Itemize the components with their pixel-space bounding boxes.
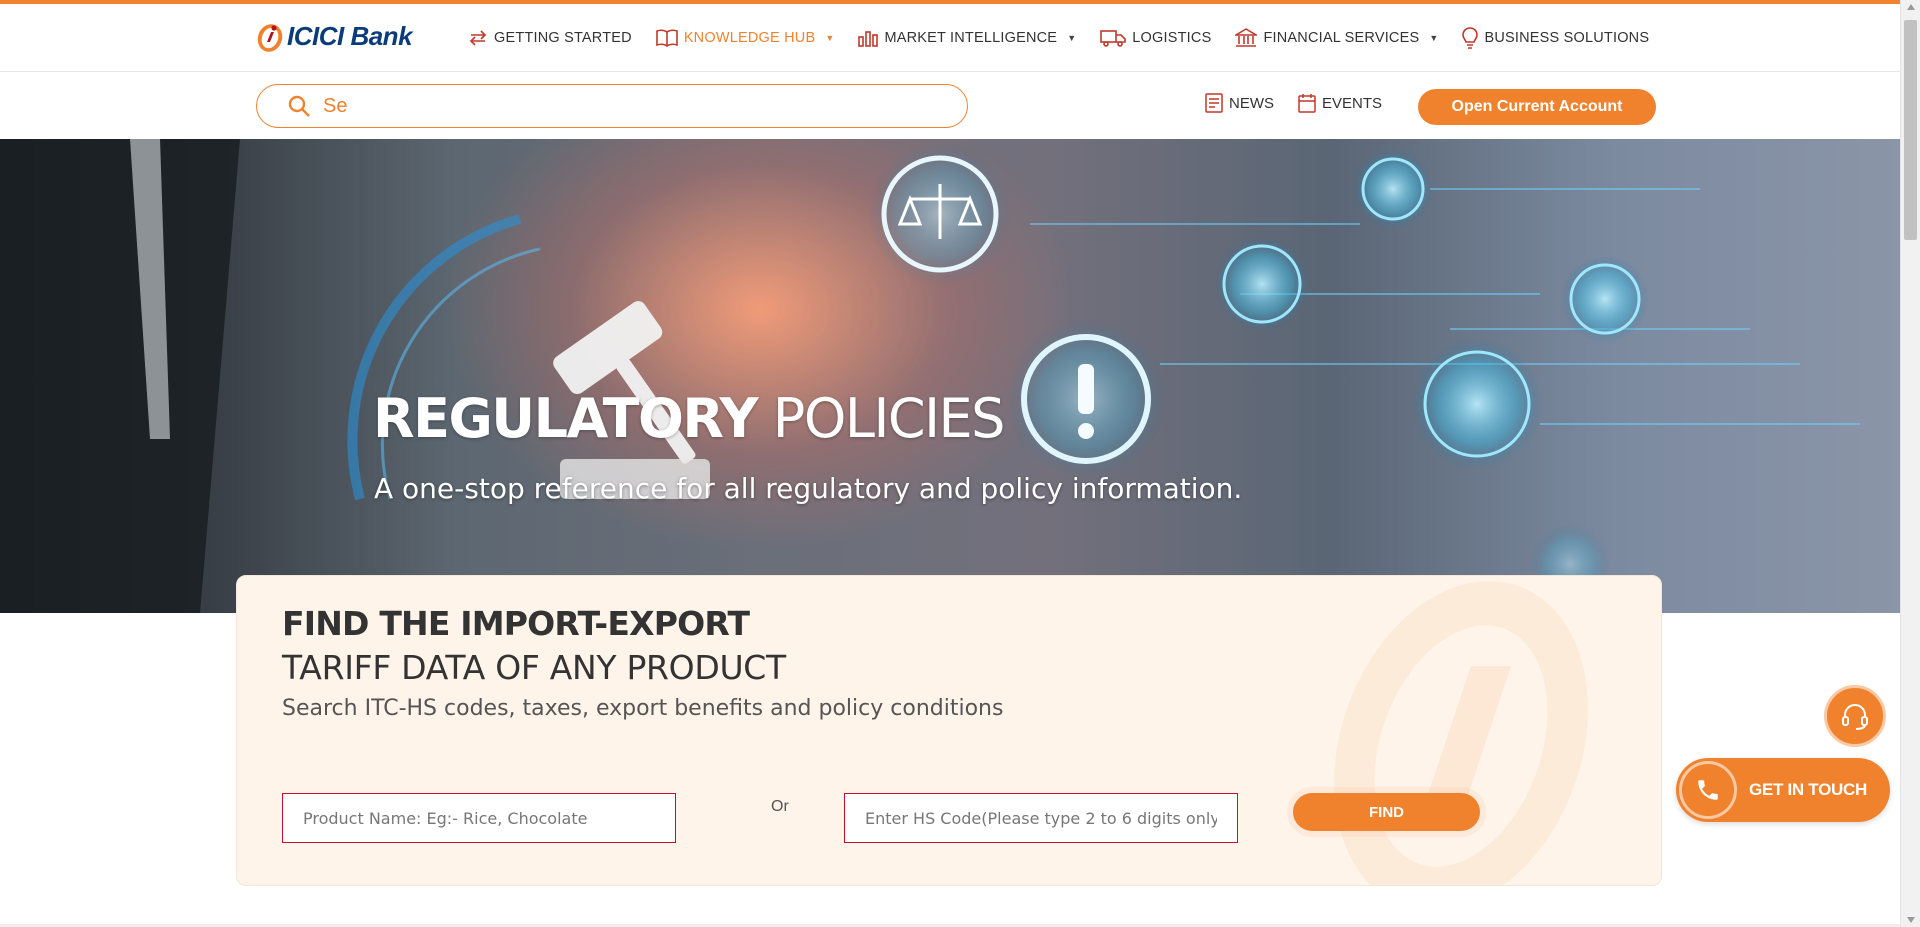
newspaper-icon xyxy=(1205,93,1223,113)
arrows-exchange-icon xyxy=(469,30,487,46)
bar-chart-icon xyxy=(858,31,879,47)
phone-icon xyxy=(1698,780,1718,800)
or-separator: Or xyxy=(771,798,789,815)
bank-building-icon xyxy=(1235,28,1258,47)
truck-icon xyxy=(1100,30,1127,47)
nav-item-market-intelligence[interactable]: MARKET INTELLIGENCE ▼ xyxy=(858,29,1076,47)
hero-title: REGULATORY POLICIES xyxy=(373,387,1006,450)
nav-label: FINANCIAL SERVICES xyxy=(1263,30,1420,46)
chevron-down-icon: ▼ xyxy=(825,33,835,43)
vertical-scrollbar[interactable] xyxy=(1900,0,1920,927)
nav-label: KNOWLEDGE HUB xyxy=(683,30,816,46)
open-current-account-button[interactable]: Open Current Account xyxy=(1418,89,1656,125)
nav-item-financial-services[interactable]: FINANCIAL SERVICES ▼ xyxy=(1235,28,1438,48)
search-icon xyxy=(288,95,310,117)
get-in-touch-button[interactable]: GET IN TOUCH xyxy=(1676,758,1890,822)
scrollbar-thumb[interactable] xyxy=(1904,20,1917,240)
calendar-icon xyxy=(1298,94,1316,113)
nav-label: BUSINESS SOLUTIONS xyxy=(1484,30,1650,46)
get-in-touch-label: GET IN TOUCH xyxy=(1749,780,1867,799)
search-input[interactable] xyxy=(323,94,923,118)
product-name-input[interactable] xyxy=(282,793,676,843)
hero-title-light: POLICIES xyxy=(772,387,1006,450)
icici-watermark-icon xyxy=(1334,581,1588,885)
hs-code-input[interactable] xyxy=(844,793,1238,843)
phone-icon-wrap xyxy=(1679,761,1737,819)
search-bar[interactable] xyxy=(256,84,968,128)
finder-description: Search ITC-HS codes, taxes, export benef… xyxy=(282,696,1004,721)
support-chat-button[interactable] xyxy=(1824,685,1886,747)
events-link[interactable]: EVENTS xyxy=(1298,93,1382,113)
nav-item-logistics[interactable]: LOGISTICS xyxy=(1100,29,1211,47)
news-link[interactable]: NEWS xyxy=(1205,93,1274,113)
nav-item-getting-started[interactable]: GETTING STARTED xyxy=(468,29,632,47)
events-label: EVENTS xyxy=(1322,94,1383,112)
nav-item-business-solutions[interactable]: BUSINESS SOLUTIONS xyxy=(1462,27,1649,49)
hero-subtitle: A one-stop reference for all regulatory … xyxy=(374,472,1243,505)
hero-background-illustration xyxy=(0,139,1860,613)
hero-title-bold: REGULATORY xyxy=(373,387,759,450)
news-label: NEWS xyxy=(1229,94,1274,112)
open-book-icon xyxy=(656,29,678,47)
secondary-header: NEWS EVENTS Open Current Account xyxy=(0,73,1900,139)
logo-text: ICICI Bank xyxy=(287,20,413,51)
finder-subheading: TARIFF DATA OF ANY PRODUCT xyxy=(282,648,786,687)
finder-heading: FIND THE IMPORT-EXPORT xyxy=(282,604,750,643)
lightbulb-icon xyxy=(1462,27,1479,49)
page: ICICI Bank GETTING STARTED KNOWLEDGE HUB… xyxy=(0,0,1920,927)
chevron-down-icon: ▼ xyxy=(1067,33,1077,43)
find-button[interactable]: FIND xyxy=(1293,793,1480,831)
nav-item-knowledge-hub[interactable]: KNOWLEDGE HUB ▼ xyxy=(656,29,835,47)
nav-label: LOGISTICS xyxy=(1132,30,1212,46)
header-links: NEWS EVENTS xyxy=(1205,93,1382,113)
headset-icon xyxy=(1842,704,1868,730)
nav-label: MARKET INTELLIGENCE xyxy=(884,30,1058,46)
scroll-down-arrow-icon[interactable] xyxy=(1907,917,1915,923)
primary-nav: GETTING STARTED KNOWLEDGE HUB ▼ MARKET I… xyxy=(468,4,1649,72)
nav-label: GETTING STARTED xyxy=(494,30,632,46)
scroll-up-arrow-icon[interactable] xyxy=(1907,4,1915,10)
tariff-finder-card: FIND THE IMPORT-EXPORT TARIFF DATA OF AN… xyxy=(236,575,1662,886)
chevron-down-icon: ▼ xyxy=(1429,33,1439,43)
hero-banner: REGULATORY POLICIES A one-stop reference… xyxy=(0,139,1900,613)
icici-logo-mark-icon xyxy=(257,24,283,52)
icici-logo[interactable]: ICICI Bank xyxy=(255,18,413,54)
main-header: ICICI Bank GETTING STARTED KNOWLEDGE HUB… xyxy=(0,4,1900,72)
